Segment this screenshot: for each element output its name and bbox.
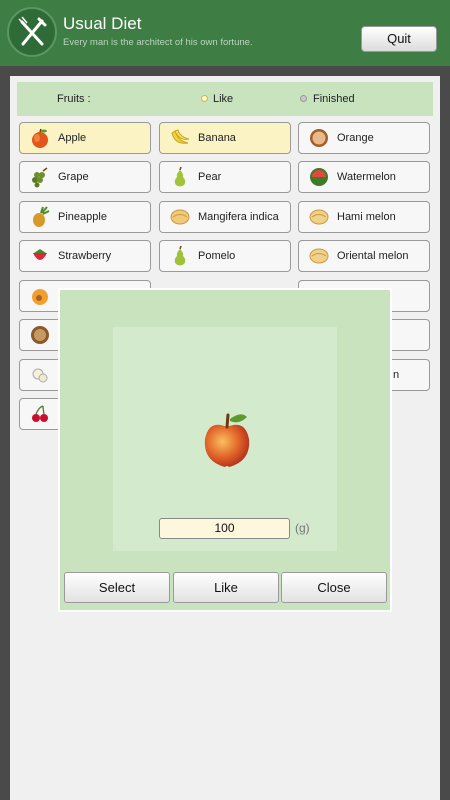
watermelon-icon xyxy=(310,168,328,186)
app-header: Usual Diet Every man is the architect of… xyxy=(0,0,450,66)
coconut-icon xyxy=(31,326,49,344)
pear-icon xyxy=(174,166,186,187)
like-legend-dot-icon xyxy=(201,95,208,102)
banana-icon xyxy=(171,129,190,144)
category-label: Fruits : xyxy=(57,93,91,105)
food-item-label: Pear xyxy=(198,171,222,183)
pomelo-icon xyxy=(174,245,186,266)
unit-label: (g) xyxy=(295,521,310,535)
food-item-strawberry[interactable]: Strawberry xyxy=(19,240,151,272)
food-item-banana[interactable]: Banana xyxy=(159,122,291,154)
food-detail-dialog: 100 (g) Select Like Close xyxy=(58,288,392,612)
strawberry-icon xyxy=(33,249,47,260)
food-item-label: Strawberry xyxy=(58,250,112,262)
app-subtitle: Every man is the architect of his own fo… xyxy=(63,37,253,48)
food-item-apple[interactable]: Apple xyxy=(19,122,151,154)
food-item-label: n xyxy=(393,369,400,381)
like-legend-label[interactable]: Like xyxy=(213,93,233,105)
food-item-pomelo[interactable]: Pomelo xyxy=(159,240,291,272)
like-button[interactable]: Like xyxy=(173,572,279,603)
food-item-pear[interactable]: Pear xyxy=(159,161,291,193)
peach-icon xyxy=(32,289,48,305)
food-item-label: Hami melon xyxy=(337,211,396,223)
melon-icon xyxy=(309,209,329,225)
close-button[interactable]: Close xyxy=(281,572,387,603)
food-item-pineapple[interactable]: Pineapple xyxy=(19,201,151,233)
pineapple-icon xyxy=(33,206,50,227)
food-item-mangifera-indica[interactable]: Mangifera indica xyxy=(159,201,291,233)
orange-icon xyxy=(310,129,328,147)
cherry-icon xyxy=(32,405,48,422)
food-item-grape[interactable]: Grape xyxy=(19,161,151,193)
food-item-label: Grape xyxy=(58,171,89,183)
finished-legend-label[interactable]: Finished xyxy=(313,93,355,105)
food-item-label: Watermelon xyxy=(337,171,396,183)
apple-icon xyxy=(204,413,250,467)
melon-icon xyxy=(309,248,329,264)
food-item-label: Pineapple xyxy=(58,211,107,223)
apple-icon xyxy=(32,128,48,148)
mango-icon xyxy=(170,209,190,225)
food-item-label: Apple xyxy=(58,132,87,144)
fork-knife-logo-icon xyxy=(7,7,57,57)
finished-legend-dot-icon xyxy=(300,95,307,102)
food-image-area: 100 (g) xyxy=(113,327,337,551)
food-item-oriental-melon[interactable]: Oriental melon xyxy=(298,240,430,272)
food-item-label: Oriental melon xyxy=(337,250,409,262)
select-button[interactable]: Select xyxy=(64,572,170,603)
amount-input[interactable]: 100 xyxy=(159,518,290,539)
food-item-label: Mangifera indica xyxy=(198,211,279,223)
grape-icon xyxy=(32,167,48,188)
food-item-watermelon[interactable]: Watermelon xyxy=(298,161,430,193)
food-item-orange[interactable]: Orange xyxy=(298,122,430,154)
food-item-hami-melon[interactable]: Hami melon xyxy=(298,201,430,233)
food-item-label: Orange xyxy=(337,132,374,144)
lychee-icon xyxy=(32,368,48,383)
quit-button[interactable]: Quit xyxy=(361,26,437,52)
food-item-label: Pomelo xyxy=(198,250,236,262)
food-item-label: Banana xyxy=(198,132,236,144)
filter-bar: Fruits : Like Finished xyxy=(17,82,433,116)
app-title: Usual Diet xyxy=(63,14,142,33)
